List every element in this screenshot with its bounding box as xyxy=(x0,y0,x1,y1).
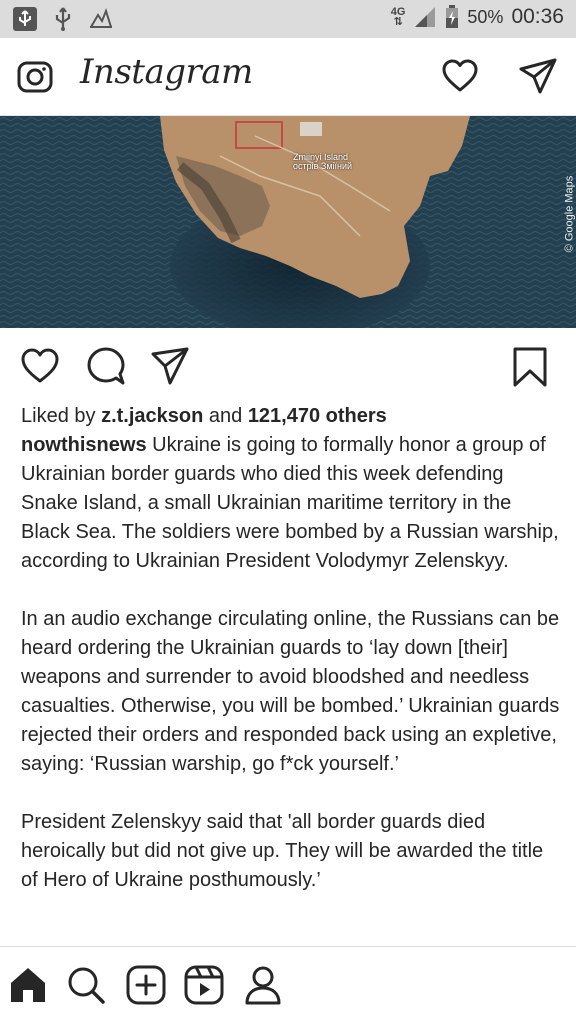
share-paper-plane-icon[interactable] xyxy=(150,346,190,386)
likes-count-link[interactable]: 121,470 others xyxy=(248,405,387,427)
clock: 00:36 xyxy=(511,5,564,28)
bookmark-icon[interactable] xyxy=(512,346,548,388)
heart-icon[interactable] xyxy=(441,57,479,95)
search-icon[interactable] xyxy=(66,965,106,1005)
battery-icon xyxy=(446,5,459,28)
notification-icons xyxy=(12,6,114,32)
profile-icon[interactable] xyxy=(243,965,283,1005)
comment-icon[interactable] xyxy=(86,346,126,386)
post-image[interactable]: Zmiinyi Island острів Зміїний © Google M… xyxy=(0,116,576,328)
data-arrows-icon: ⇅ xyxy=(393,16,403,28)
liked-by-user-link[interactable]: z.t.jackson xyxy=(101,405,203,427)
camera-icon[interactable] xyxy=(16,57,54,95)
likes-line: Liked by z.t.jackson and 121,470 others xyxy=(21,402,561,431)
caption-paragraph-1: nowthisnews Ukraine is going to formally… xyxy=(21,431,561,576)
caption-paragraph-3: President Zelenskyy said that 'all borde… xyxy=(21,811,544,891)
like-heart-icon[interactable] xyxy=(20,346,60,386)
plus-square-icon[interactable] xyxy=(126,965,166,1005)
google-maps-attribution: © Google Maps xyxy=(563,175,576,253)
network-indicator: 4G ⇅ xyxy=(391,7,406,28)
signal-icon xyxy=(415,7,436,27)
author-username-link[interactable]: nowthisnews xyxy=(21,434,147,456)
system-status: 4G ⇅ 50% 00:36 xyxy=(391,5,564,29)
app-header: Instagram xyxy=(0,38,576,116)
paper-plane-icon[interactable] xyxy=(518,57,558,95)
home-icon[interactable] xyxy=(8,965,48,1005)
liked-by-prefix: Liked by xyxy=(21,405,102,427)
usb-icon xyxy=(55,7,71,31)
bottom-nav xyxy=(0,946,576,1024)
liked-by-and: and xyxy=(203,405,248,427)
battery-percent: 50% xyxy=(467,6,504,27)
map-label-uk: острів Зміїний xyxy=(293,161,353,171)
map-label: Zmiinyi Island острів Зміїний xyxy=(293,153,352,171)
caption-paragraph-2: In an audio exchange circulating online,… xyxy=(21,608,560,775)
status-bar: 4G ⇅ 50% 00:36 xyxy=(0,0,576,38)
post-actions xyxy=(0,340,576,396)
post-caption: nowthisnews Ukraine is going to formally… xyxy=(21,431,561,924)
instagram-logo[interactable]: Instagram xyxy=(80,52,253,92)
hand-icon xyxy=(90,8,112,28)
reels-icon[interactable] xyxy=(184,965,224,1005)
usb-box-icon xyxy=(13,7,37,31)
satellite-map-image xyxy=(0,116,576,328)
